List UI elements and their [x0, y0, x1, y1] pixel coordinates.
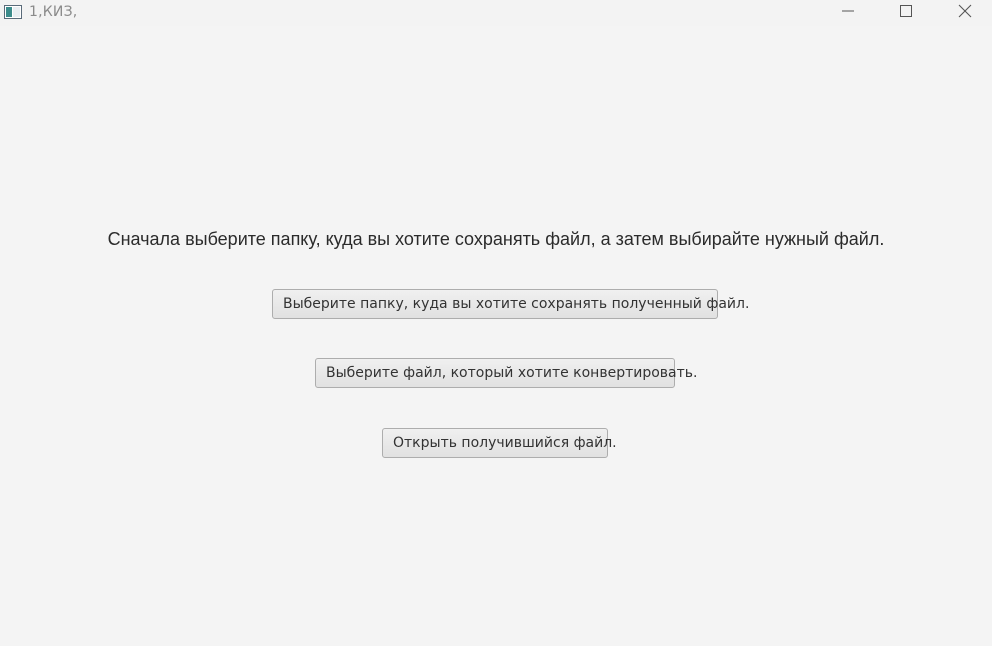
- main-content: Сначала выберите папку, куда вы хотите с…: [0, 26, 992, 646]
- maximize-button[interactable]: [883, 0, 929, 26]
- choose-folder-button[interactable]: Выберите папку, куда вы хотите сохранять…: [272, 289, 749, 319]
- close-icon: [958, 4, 972, 23]
- title-bar[interactable]: 1,КИЗ,: [0, 0, 992, 26]
- close-button[interactable]: [942, 0, 988, 26]
- choose-file-button[interactable]: Выберите файл, который хотите конвертиро…: [315, 358, 697, 388]
- instruction-label: Сначала выберите папку, куда вы хотите с…: [107, 229, 885, 249]
- app-window-icon: [4, 5, 22, 19]
- app-window: 1,КИЗ, Сначала выберите папку, куда вы х…: [0, 0, 992, 646]
- maximize-icon: [900, 4, 912, 22]
- minimize-icon: [842, 4, 854, 22]
- minimize-button[interactable]: [825, 0, 871, 26]
- open-result-button[interactable]: Открыть получившийся файл.: [382, 428, 617, 458]
- window-title: 1,КИЗ,: [29, 4, 78, 20]
